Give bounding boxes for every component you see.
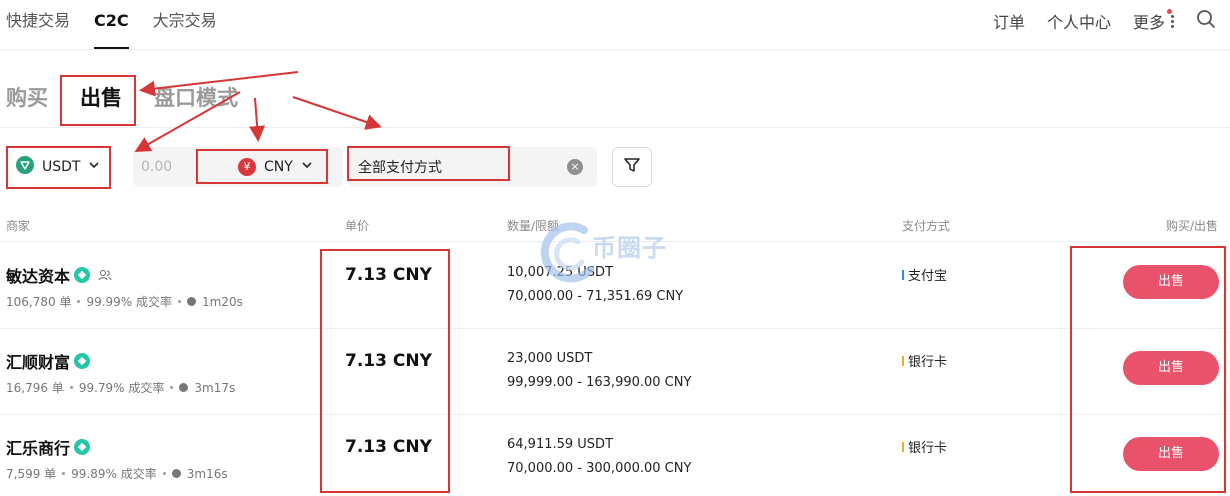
tab-quick-trade[interactable]: 快捷交易 xyxy=(6,0,70,50)
payment-label: 银行卡 xyxy=(908,441,948,456)
top-nav: 快捷交易 C2C 大宗交易 订单 个人中心 更多 xyxy=(0,0,1230,50)
quantity: 64,911.59 USDT xyxy=(507,437,614,452)
avg-time: 3m16s xyxy=(186,466,228,481)
dot-separator xyxy=(178,300,182,303)
header-merchant: 商家 xyxy=(6,219,31,233)
avg-time: 3m17s xyxy=(194,380,236,395)
clear-icon[interactable]: × xyxy=(567,159,583,175)
clock-icon xyxy=(187,297,197,306)
annotation-box xyxy=(6,146,111,189)
tab-orderbook-mode[interactable]: 盘口模式 xyxy=(154,82,238,112)
payment-label: 银行卡 xyxy=(908,355,948,370)
dot-separator xyxy=(162,472,166,475)
completion-rate: 99.99% 成交率 xyxy=(86,295,173,309)
header-payment: 支付方式 xyxy=(902,219,951,233)
personal-center-link[interactable]: 个人中心 xyxy=(1047,9,1111,33)
kebab-icon xyxy=(1171,14,1174,28)
dot-separator xyxy=(62,472,66,475)
filter-icon xyxy=(623,156,641,178)
more-label: 更多 xyxy=(1132,13,1165,32)
nav-tabs: 快捷交易 C2C 大宗交易 xyxy=(6,0,217,50)
filter-button[interactable] xyxy=(612,147,652,187)
clock-icon xyxy=(179,383,189,392)
more-menu[interactable]: 更多 xyxy=(1133,9,1174,33)
verified-icon xyxy=(74,439,91,455)
table-row: 汇顺财富 16,796 单 99.79% 成交率 3m17s 7.13 CNY … xyxy=(0,329,1230,415)
tab-block-trade[interactable]: 大宗交易 xyxy=(153,0,217,50)
table-row: 汇乐商行 7,599 单 99.89% 成交率 3m16s 7.13 CNY 6… xyxy=(0,415,1230,496)
merchant-name[interactable]: 汇顺财富 xyxy=(6,349,91,373)
notification-dot xyxy=(1166,9,1172,14)
annotation-arrow xyxy=(249,97,266,142)
limit-range: 99,999.00 - 163,990.00 CNY xyxy=(507,375,692,390)
bank-card-indicator xyxy=(902,355,904,366)
verified-icon xyxy=(74,353,91,369)
amount-input[interactable] xyxy=(141,147,201,187)
merchant-name[interactable]: 汇乐商行 xyxy=(6,435,91,459)
group-icon xyxy=(98,266,112,285)
clock-icon xyxy=(171,469,181,478)
header-price: 单价 xyxy=(345,219,370,233)
nav-right: 订单 个人中心 更多 xyxy=(993,0,1216,42)
merchant-stats: 106,780 单 99.99% 成交率 1m20s xyxy=(6,293,243,310)
merchant-label: 汇顺财富 xyxy=(6,353,71,372)
orders-link[interactable]: 订单 xyxy=(993,9,1025,33)
order-count: 16,796 单 xyxy=(6,381,64,395)
quantity: 23,000 USDT xyxy=(507,351,593,366)
limit-range: 70,000.00 - 71,351.69 CNY xyxy=(507,289,684,304)
dot-separator xyxy=(69,386,73,389)
merchant-stats: 7,599 单 99.89% 成交率 3m16s xyxy=(6,465,228,482)
watermark: 币圈子 xyxy=(540,218,690,288)
dot-separator xyxy=(170,386,174,389)
divider xyxy=(0,127,1230,128)
merchant-label: 敏达资本 xyxy=(6,267,71,286)
merchant-stats: 16,796 单 99.79% 成交率 3m17s xyxy=(6,379,235,396)
payment-method: 支付宝 xyxy=(902,265,947,284)
merchant-name[interactable]: 敏达资本 xyxy=(6,263,112,287)
annotation-box xyxy=(320,249,450,493)
payment-label: 支付宝 xyxy=(908,269,948,284)
completion-rate: 99.89% 成交率 xyxy=(71,467,157,481)
order-count: 106,780 单 xyxy=(6,295,72,309)
annotation-box xyxy=(196,149,328,184)
verified-icon xyxy=(74,267,91,283)
annotation-arrow xyxy=(292,96,382,130)
dot-separator xyxy=(77,300,81,303)
annotation-box xyxy=(347,146,510,181)
payment-method: 银行卡 xyxy=(902,351,947,370)
limit-range: 70,000.00 - 300,000.00 CNY xyxy=(507,461,692,476)
avg-time: 1m20s xyxy=(202,294,243,309)
watermark-logo-icon xyxy=(540,222,594,283)
completion-rate: 99.79% 成交率 xyxy=(78,381,165,395)
annotation-box xyxy=(60,75,136,126)
watermark-text: 币圈子 xyxy=(592,234,667,262)
tab-c2c[interactable]: C2C xyxy=(94,0,129,50)
bank-card-indicator xyxy=(902,441,904,452)
payment-method: 银行卡 xyxy=(902,437,947,456)
tab-buy[interactable]: 购买 xyxy=(6,82,48,112)
header-action: 购买/出售 xyxy=(1166,219,1219,233)
annotation-box xyxy=(1070,246,1226,493)
order-count: 7,599 单 xyxy=(6,467,57,481)
merchant-label: 汇乐商行 xyxy=(6,439,71,458)
search-icon[interactable] xyxy=(1196,9,1216,33)
alipay-indicator xyxy=(902,269,904,280)
